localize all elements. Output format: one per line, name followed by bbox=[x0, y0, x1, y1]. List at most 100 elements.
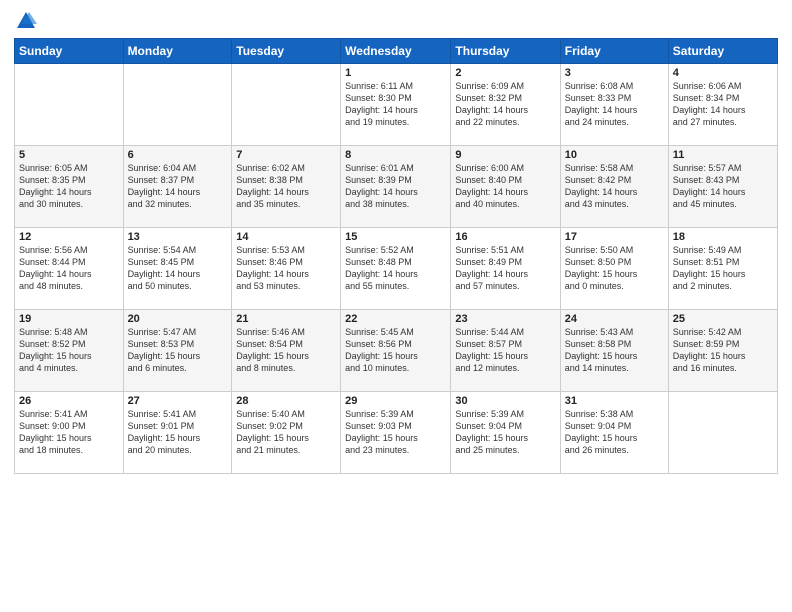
weekday-header-thursday: Thursday bbox=[451, 39, 560, 64]
calendar-cell bbox=[232, 64, 341, 146]
day-number: 28 bbox=[236, 395, 336, 407]
day-number: 22 bbox=[345, 313, 446, 325]
day-number: 2 bbox=[455, 67, 555, 79]
day-number: 14 bbox=[236, 231, 336, 243]
day-info: Sunrise: 5:40 AM Sunset: 9:02 PM Dayligh… bbox=[236, 408, 336, 457]
day-number: 16 bbox=[455, 231, 555, 243]
calendar-cell: 9Sunrise: 6:00 AM Sunset: 8:40 PM Daylig… bbox=[451, 146, 560, 228]
day-info: Sunrise: 5:39 AM Sunset: 9:04 PM Dayligh… bbox=[455, 408, 555, 457]
calendar-cell bbox=[15, 64, 124, 146]
weekday-header-friday: Friday bbox=[560, 39, 668, 64]
weekday-header-wednesday: Wednesday bbox=[341, 39, 451, 64]
day-number: 6 bbox=[128, 149, 228, 161]
weekday-header-tuesday: Tuesday bbox=[232, 39, 341, 64]
logo-icon bbox=[15, 10, 37, 32]
calendar-cell: 16Sunrise: 5:51 AM Sunset: 8:49 PM Dayli… bbox=[451, 228, 560, 310]
day-number: 5 bbox=[19, 149, 119, 161]
day-number: 7 bbox=[236, 149, 336, 161]
day-number: 13 bbox=[128, 231, 228, 243]
calendar-cell: 8Sunrise: 6:01 AM Sunset: 8:39 PM Daylig… bbox=[341, 146, 451, 228]
day-number: 8 bbox=[345, 149, 446, 161]
day-info: Sunrise: 5:48 AM Sunset: 8:52 PM Dayligh… bbox=[19, 326, 119, 375]
day-number: 12 bbox=[19, 231, 119, 243]
calendar-week-3: 12Sunrise: 5:56 AM Sunset: 8:44 PM Dayli… bbox=[15, 228, 778, 310]
calendar-table: SundayMondayTuesdayWednesdayThursdayFrid… bbox=[14, 38, 778, 474]
day-info: Sunrise: 6:08 AM Sunset: 8:33 PM Dayligh… bbox=[565, 80, 664, 129]
calendar-cell: 12Sunrise: 5:56 AM Sunset: 8:44 PM Dayli… bbox=[15, 228, 124, 310]
day-number: 11 bbox=[673, 149, 773, 161]
calendar-cell: 15Sunrise: 5:52 AM Sunset: 8:48 PM Dayli… bbox=[341, 228, 451, 310]
day-info: Sunrise: 5:51 AM Sunset: 8:49 PM Dayligh… bbox=[455, 244, 555, 293]
calendar-week-2: 5Sunrise: 6:05 AM Sunset: 8:35 PM Daylig… bbox=[15, 146, 778, 228]
calendar-cell: 2Sunrise: 6:09 AM Sunset: 8:32 PM Daylig… bbox=[451, 64, 560, 146]
day-number: 15 bbox=[345, 231, 446, 243]
calendar-cell: 18Sunrise: 5:49 AM Sunset: 8:51 PM Dayli… bbox=[668, 228, 777, 310]
calendar-week-4: 19Sunrise: 5:48 AM Sunset: 8:52 PM Dayli… bbox=[15, 310, 778, 392]
day-number: 1 bbox=[345, 67, 446, 79]
day-number: 30 bbox=[455, 395, 555, 407]
day-info: Sunrise: 6:11 AM Sunset: 8:30 PM Dayligh… bbox=[345, 80, 446, 129]
day-number: 23 bbox=[455, 313, 555, 325]
calendar-cell: 5Sunrise: 6:05 AM Sunset: 8:35 PM Daylig… bbox=[15, 146, 124, 228]
day-number: 4 bbox=[673, 67, 773, 79]
calendar-cell: 30Sunrise: 5:39 AM Sunset: 9:04 PM Dayli… bbox=[451, 392, 560, 474]
calendar-cell: 14Sunrise: 5:53 AM Sunset: 8:46 PM Dayli… bbox=[232, 228, 341, 310]
calendar-cell bbox=[123, 64, 232, 146]
day-info: Sunrise: 5:52 AM Sunset: 8:48 PM Dayligh… bbox=[345, 244, 446, 293]
day-info: Sunrise: 5:41 AM Sunset: 9:01 PM Dayligh… bbox=[128, 408, 228, 457]
day-number: 18 bbox=[673, 231, 773, 243]
day-info: Sunrise: 5:53 AM Sunset: 8:46 PM Dayligh… bbox=[236, 244, 336, 293]
calendar-cell: 10Sunrise: 5:58 AM Sunset: 8:42 PM Dayli… bbox=[560, 146, 668, 228]
day-info: Sunrise: 5:44 AM Sunset: 8:57 PM Dayligh… bbox=[455, 326, 555, 375]
day-number: 24 bbox=[565, 313, 664, 325]
day-info: Sunrise: 6:04 AM Sunset: 8:37 PM Dayligh… bbox=[128, 162, 228, 211]
day-info: Sunrise: 6:06 AM Sunset: 8:34 PM Dayligh… bbox=[673, 80, 773, 129]
day-info: Sunrise: 5:45 AM Sunset: 8:56 PM Dayligh… bbox=[345, 326, 446, 375]
day-info: Sunrise: 5:50 AM Sunset: 8:50 PM Dayligh… bbox=[565, 244, 664, 293]
day-info: Sunrise: 5:47 AM Sunset: 8:53 PM Dayligh… bbox=[128, 326, 228, 375]
calendar-cell: 17Sunrise: 5:50 AM Sunset: 8:50 PM Dayli… bbox=[560, 228, 668, 310]
calendar-cell: 4Sunrise: 6:06 AM Sunset: 8:34 PM Daylig… bbox=[668, 64, 777, 146]
calendar-cell: 13Sunrise: 5:54 AM Sunset: 8:45 PM Dayli… bbox=[123, 228, 232, 310]
calendar-cell: 11Sunrise: 5:57 AM Sunset: 8:43 PM Dayli… bbox=[668, 146, 777, 228]
day-info: Sunrise: 5:38 AM Sunset: 9:04 PM Dayligh… bbox=[565, 408, 664, 457]
calendar-cell: 6Sunrise: 6:04 AM Sunset: 8:37 PM Daylig… bbox=[123, 146, 232, 228]
calendar-cell: 20Sunrise: 5:47 AM Sunset: 8:53 PM Dayli… bbox=[123, 310, 232, 392]
page: SundayMondayTuesdayWednesdayThursdayFrid… bbox=[0, 0, 792, 612]
weekday-header-monday: Monday bbox=[123, 39, 232, 64]
day-info: Sunrise: 5:41 AM Sunset: 9:00 PM Dayligh… bbox=[19, 408, 119, 457]
day-info: Sunrise: 5:39 AM Sunset: 9:03 PM Dayligh… bbox=[345, 408, 446, 457]
calendar-cell: 31Sunrise: 5:38 AM Sunset: 9:04 PM Dayli… bbox=[560, 392, 668, 474]
day-number: 21 bbox=[236, 313, 336, 325]
day-info: Sunrise: 5:42 AM Sunset: 8:59 PM Dayligh… bbox=[673, 326, 773, 375]
day-info: Sunrise: 6:01 AM Sunset: 8:39 PM Dayligh… bbox=[345, 162, 446, 211]
header bbox=[14, 10, 778, 32]
calendar-cell: 29Sunrise: 5:39 AM Sunset: 9:03 PM Dayli… bbox=[341, 392, 451, 474]
calendar-cell: 21Sunrise: 5:46 AM Sunset: 8:54 PM Dayli… bbox=[232, 310, 341, 392]
calendar-cell: 7Sunrise: 6:02 AM Sunset: 8:38 PM Daylig… bbox=[232, 146, 341, 228]
day-info: Sunrise: 5:57 AM Sunset: 8:43 PM Dayligh… bbox=[673, 162, 773, 211]
day-info: Sunrise: 5:54 AM Sunset: 8:45 PM Dayligh… bbox=[128, 244, 228, 293]
day-number: 25 bbox=[673, 313, 773, 325]
weekday-header-saturday: Saturday bbox=[668, 39, 777, 64]
calendar-cell: 27Sunrise: 5:41 AM Sunset: 9:01 PM Dayli… bbox=[123, 392, 232, 474]
day-info: Sunrise: 5:46 AM Sunset: 8:54 PM Dayligh… bbox=[236, 326, 336, 375]
day-number: 19 bbox=[19, 313, 119, 325]
calendar-cell bbox=[668, 392, 777, 474]
calendar-cell: 26Sunrise: 5:41 AM Sunset: 9:00 PM Dayli… bbox=[15, 392, 124, 474]
day-number: 9 bbox=[455, 149, 555, 161]
day-number: 27 bbox=[128, 395, 228, 407]
day-number: 17 bbox=[565, 231, 664, 243]
calendar-cell: 23Sunrise: 5:44 AM Sunset: 8:57 PM Dayli… bbox=[451, 310, 560, 392]
day-number: 20 bbox=[128, 313, 228, 325]
calendar-week-1: 1Sunrise: 6:11 AM Sunset: 8:30 PM Daylig… bbox=[15, 64, 778, 146]
calendar-cell: 25Sunrise: 5:42 AM Sunset: 8:59 PM Dayli… bbox=[668, 310, 777, 392]
day-info: Sunrise: 5:43 AM Sunset: 8:58 PM Dayligh… bbox=[565, 326, 664, 375]
weekday-header-sunday: Sunday bbox=[15, 39, 124, 64]
calendar-cell: 24Sunrise: 5:43 AM Sunset: 8:58 PM Dayli… bbox=[560, 310, 668, 392]
day-info: Sunrise: 6:00 AM Sunset: 8:40 PM Dayligh… bbox=[455, 162, 555, 211]
day-number: 26 bbox=[19, 395, 119, 407]
calendar-cell: 28Sunrise: 5:40 AM Sunset: 9:02 PM Dayli… bbox=[232, 392, 341, 474]
calendar-cell: 1Sunrise: 6:11 AM Sunset: 8:30 PM Daylig… bbox=[341, 64, 451, 146]
calendar-cell: 3Sunrise: 6:08 AM Sunset: 8:33 PM Daylig… bbox=[560, 64, 668, 146]
